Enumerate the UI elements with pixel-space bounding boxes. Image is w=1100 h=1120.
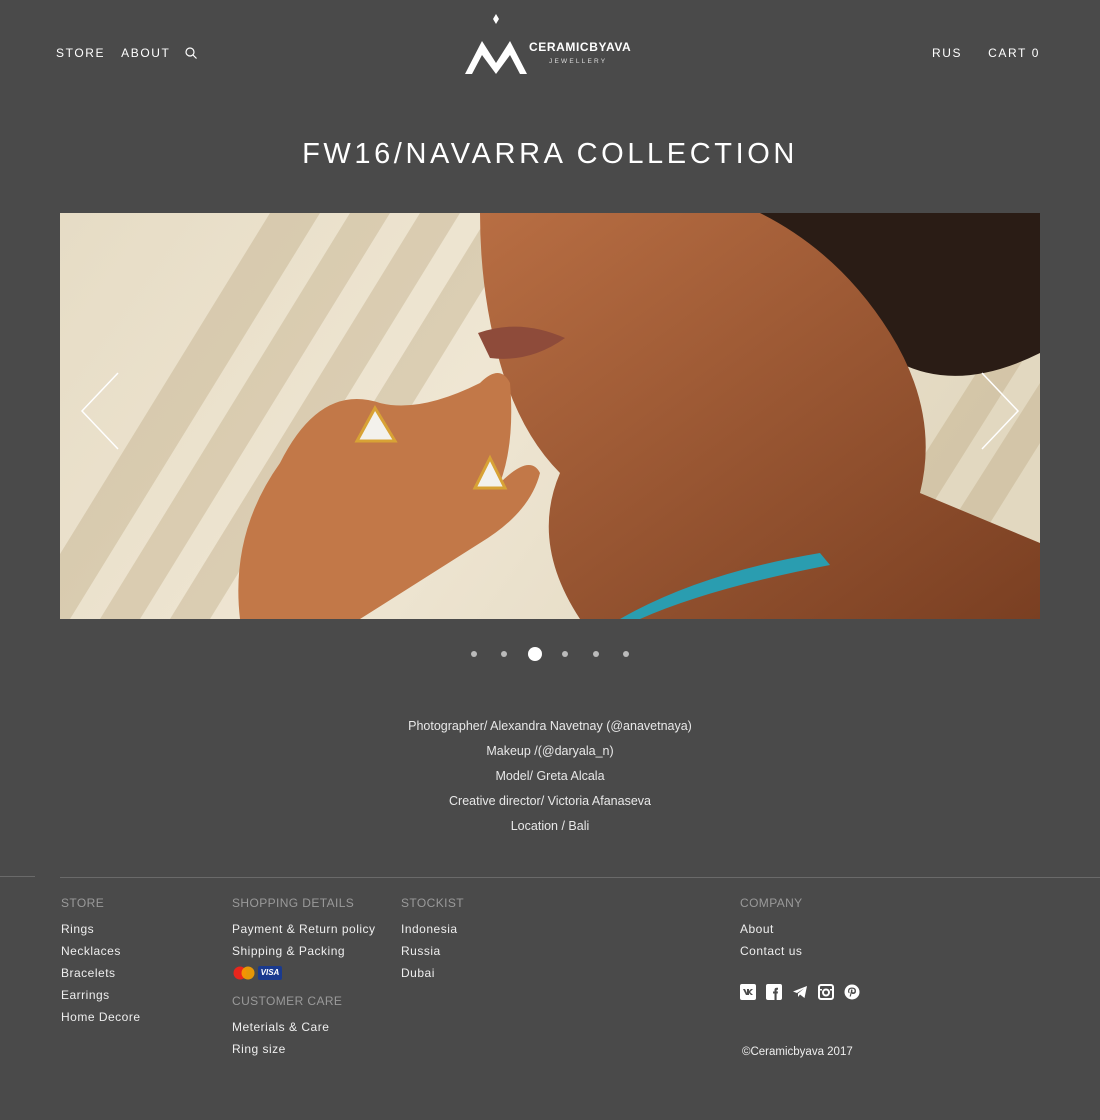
footer-store-column: STORE Rings Necklaces Bracelets Earrings… xyxy=(61,896,141,1028)
logo-mark-icon xyxy=(465,14,527,74)
instagram-icon[interactable] xyxy=(818,984,834,1000)
credit-makeup: Makeup /(@daryala_n) xyxy=(486,744,614,758)
page-title: FW16/NAVARRA COLLECTION xyxy=(302,138,798,170)
footer-link-ring-size[interactable]: Ring size xyxy=(232,1038,376,1060)
slider-dot-3[interactable] xyxy=(527,647,542,661)
logo-tagline: JEWELLERY xyxy=(549,58,608,65)
footer-heading: COMPANY xyxy=(740,896,803,910)
cart-count: 0 xyxy=(1031,46,1040,60)
telegram-icon[interactable] xyxy=(792,984,808,1000)
footer-shopping-column: SHOPPING DETAILS Payment & Return policy… xyxy=(232,896,376,1060)
footer-link-materials-care[interactable]: Meterials & Care xyxy=(232,1016,376,1038)
credit-creative-director: Creative director/ Victoria Afanaseva xyxy=(449,794,651,808)
footer-link-indonesia[interactable]: Indonesia xyxy=(401,918,464,940)
language-switch[interactable]: RUS xyxy=(932,46,962,60)
copyright: ©Ceramicbyava 2017 xyxy=(742,1046,853,1058)
social-links xyxy=(740,984,860,1000)
cart-link[interactable]: CART 0 xyxy=(988,46,1040,60)
footer-company-column: COMPANY About Contact us xyxy=(740,896,860,1000)
footer-link-home-decore[interactable]: Home Decore xyxy=(61,1006,141,1028)
footer-heading: CUSTOMER CARE xyxy=(232,994,343,1008)
site-logo[interactable]: CERAMICBYAVA JEWELLERY xyxy=(463,13,633,77)
slider-pagination xyxy=(0,647,1100,661)
chevron-left-icon xyxy=(80,372,119,450)
footer-link-about[interactable]: About xyxy=(740,918,860,940)
footer-heading: SHOPPING DETAILS xyxy=(232,896,355,910)
footer-link-payment-return[interactable]: Payment & Return policy xyxy=(232,918,376,940)
footer-link-russia[interactable]: Russia xyxy=(401,940,464,962)
mastercard-icon xyxy=(232,966,255,980)
credit-model: Model/ Greta Alcala xyxy=(495,769,605,783)
slider-dot-2[interactable] xyxy=(501,651,508,657)
footer-heading: STOCKIST xyxy=(401,896,464,910)
footer-link-rings[interactable]: Rings xyxy=(61,918,141,940)
pinterest-icon[interactable] xyxy=(844,984,860,1000)
slider-prev-button[interactable] xyxy=(80,371,120,451)
cart-label: CART xyxy=(988,46,1027,60)
nav-store-link[interactable]: STORE xyxy=(56,46,105,60)
slider-dot-1[interactable] xyxy=(470,651,477,657)
primary-nav: STORE ABOUT xyxy=(56,46,198,60)
footer-link-earrings[interactable]: Earrings xyxy=(61,984,141,1006)
site-header: STORE ABOUT CERAMICBYAVA JEWELLERY RUS C… xyxy=(0,0,1100,100)
collection-credits: Photographer/ Alexandra Navetnay (@anave… xyxy=(0,714,1100,839)
vk-icon[interactable] xyxy=(740,984,756,1000)
payment-methods: VISA xyxy=(232,966,376,980)
footer-link-dubai[interactable]: Dubai xyxy=(401,962,464,984)
credit-photographer: Photographer/ Alexandra Navetnay (@anave… xyxy=(408,719,692,733)
footer-link-bracelets[interactable]: Bracelets xyxy=(61,962,141,984)
footer-link-shipping-packing[interactable]: Shipping & Packing xyxy=(232,940,376,962)
slider-dot-6[interactable] xyxy=(623,651,630,657)
slider-next-button[interactable] xyxy=(980,371,1020,451)
credit-location: Location / Bali xyxy=(510,819,590,833)
visa-icon: VISA xyxy=(258,966,282,980)
footer-heading: STORE xyxy=(61,896,105,910)
footer-link-necklaces[interactable]: Necklaces xyxy=(61,940,141,962)
collection-slider[interactable] xyxy=(60,213,1040,619)
footer-divider xyxy=(60,877,1100,878)
search-icon[interactable] xyxy=(184,46,198,60)
slider-dot-4[interactable] xyxy=(562,651,569,657)
footer-divider xyxy=(0,876,35,877)
chevron-right-icon xyxy=(981,372,1020,450)
logo-wordmark: CERAMICBYAVA xyxy=(529,40,632,54)
facebook-icon[interactable] xyxy=(766,984,782,1000)
footer-stockist-column: STOCKIST Indonesia Russia Dubai xyxy=(401,896,464,984)
slide-photo xyxy=(60,213,1040,619)
slider-dot-5[interactable] xyxy=(592,651,599,657)
nav-about-link[interactable]: ABOUT xyxy=(121,46,170,60)
utility-nav: RUS CART 0 xyxy=(932,46,1040,60)
footer-link-contact[interactable]: Contact us xyxy=(740,940,860,962)
